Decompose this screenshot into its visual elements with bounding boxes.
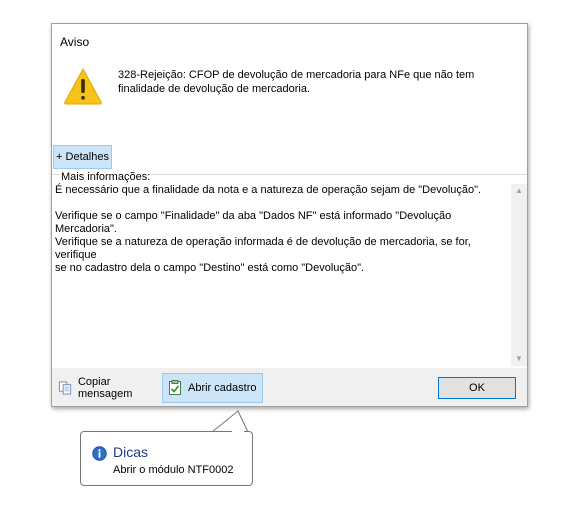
- copy-message-button[interactable]: Copiar mensagem: [54, 373, 162, 403]
- copy-icon: [58, 381, 72, 395]
- tooltip-text: Abrir o módulo NTF0002: [113, 464, 234, 476]
- info-line: se no cadastro dela o campo "Destino" es…: [55, 262, 365, 274]
- error-message: 328-Rejeição: CFOP de devolução de merca…: [118, 69, 475, 95]
- more-info-label: Mais informações:: [60, 171, 152, 183]
- scroll-up-icon[interactable]: ▲: [511, 184, 527, 198]
- tooltip-title: Dicas: [113, 444, 149, 460]
- vertical-scrollbar[interactable]: ▲ ▼: [511, 184, 527, 366]
- warning-icon: [64, 67, 102, 105]
- tooltip-joint: [232, 431, 244, 433]
- info-line: Verifique se a natureza de operação info…: [55, 236, 471, 261]
- dialog-footer: Copiar mensagem Abrir cadastro OK: [52, 368, 527, 406]
- register-icon: [169, 380, 181, 395]
- copy-message-label: Copiar mensagem: [77, 376, 133, 400]
- open-register-label: Abrir cadastro: [188, 382, 257, 394]
- scroll-down-icon[interactable]: ▼: [511, 352, 527, 366]
- more-info-text[interactable]: É necessário que a finalidade da nota e …: [53, 184, 510, 366]
- info-line: É necessário que a finalidade da nota e …: [55, 184, 482, 196]
- dialog-title: Aviso: [60, 35, 90, 49]
- ok-button[interactable]: OK: [438, 377, 516, 399]
- info-line: Verifique se o campo "Finalidade" da aba…: [55, 210, 452, 235]
- warning-dialog: Aviso 328-Rejeição: CFOP de devolução de…: [51, 23, 528, 407]
- info-icon: [92, 446, 107, 461]
- tips-tooltip: Dicas Abrir o módulo NTF0002: [80, 431, 253, 486]
- open-register-button[interactable]: Abrir cadastro: [162, 373, 263, 403]
- details-button[interactable]: + Detalhes: [53, 145, 112, 169]
